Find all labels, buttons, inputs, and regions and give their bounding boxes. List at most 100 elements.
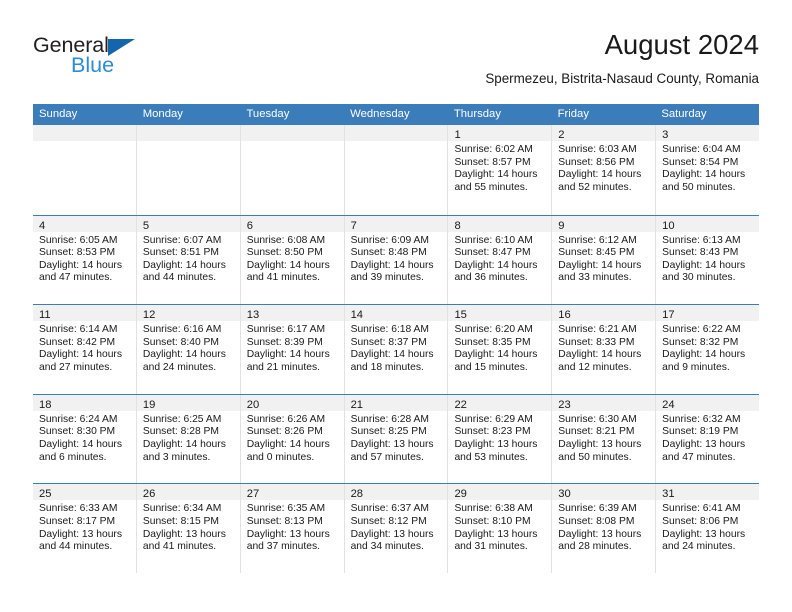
day-number: 3 — [662, 129, 669, 141]
day-details: Sunrise: 6:16 AM Sunset: 8:40 PM Daylight:… — [137, 321, 240, 374]
calendar-week-row: 25 Sunrise: 6:33 AM Sunset: 8:17 PM Dayligh… — [33, 483, 760, 573]
calendar-day-cell[interactable]: 19 Sunrise: 6:25 AM Sunset: 8:28 PM Dayligh… — [136, 394, 241, 484]
day-number-band: 27 — [240, 484, 344, 501]
calendar-day-cell[interactable]: 10 Sunrise: 6:13 AM Sunset: 8:43 PM Dayligh… — [656, 215, 760, 305]
calendar-day-cell[interactable]: 25 Sunrise: 6:33 AM Sunset: 8:17 PM Dayligh… — [33, 484, 137, 573]
calendar-day-cell[interactable]: 11 Sunrise: 6:14 AM Sunset: 8:42 PM Dayligh… — [33, 305, 137, 394]
calendar-day-cell[interactable]: 23 Sunrise: 6:30 AM Sunset: 8:21 PM Dayligh… — [552, 394, 657, 484]
day-detail-line: Daylight: 14 hours — [454, 169, 538, 181]
day-number-band: 9 — [552, 215, 656, 232]
day-detail-line: Sunrise: 6:13 AM — [662, 234, 741, 246]
day-detail-line: Daylight: 13 hours — [662, 528, 746, 540]
day-details: Sunrise: 6:30 AM Sunset: 8:21 PM Daylight:… — [552, 411, 655, 464]
day-number: 21 — [350, 398, 364, 411]
weekday-header-friday: Friday — [557, 108, 589, 120]
day-detail-line: and 9 minutes. — [662, 361, 730, 373]
day-detail-line: and 52 minutes. — [558, 181, 632, 193]
calendar-day-cell[interactable]: 21 Sunrise: 6:28 AM Sunset: 8:25 PM Dayligh… — [344, 394, 449, 484]
day-detail-line: and 41 minutes. — [142, 541, 217, 553]
day-number: 31 — [662, 488, 675, 501]
day-detail-line: and 3 minutes. — [142, 451, 211, 463]
day-details: Sunrise: 6:21 AM Sunset: 8:33 PM Daylight:… — [552, 321, 655, 374]
day-number-band: 14 — [344, 305, 448, 322]
day-detail-line: Daylight: 14 hours — [39, 349, 122, 361]
day-detail-line: Sunrise: 6:29 AM — [454, 413, 533, 425]
day-number: 8 — [454, 219, 461, 232]
calendar-day-cell[interactable]: 7 Sunrise: 6:09 AM Sunset: 8:48 PM Daylight… — [344, 215, 449, 305]
calendar-day-cell[interactable]: 9 Sunrise: 6:12 AM Sunset: 8:45 PM Daylight… — [552, 215, 657, 305]
day-detail-line: and 27 minutes. — [39, 361, 113, 373]
day-number-band: 25 — [33, 484, 136, 501]
day-details: Sunrise: 6:10 AM Sunset: 8:47 PM Daylight:… — [448, 232, 551, 285]
calendar-day-cell[interactable]: 27 Sunrise: 6:35 AM Sunset: 8:13 PM Dayligh… — [240, 484, 345, 573]
day-detail-line: and 12 minutes. — [558, 361, 632, 373]
page-subtitle: Spermezeu, Bistrita-Nasaud County, Roman… — [485, 71, 759, 86]
calendar-day-cell[interactable]: 1 Sunrise: 6:02 AM Sunset: 8:57 PM Daylight… — [448, 125, 553, 215]
day-details: Sunrise: 6:39 AM Sunset: 8:08 PM Daylight:… — [552, 500, 655, 553]
calendar-day-cell[interactable]: 5 Sunrise: 6:07 AM Sunset: 8:51 PM Daylight… — [136, 215, 241, 305]
day-details: Sunrise: 6:41 AM Sunset: 8:06 PM Daylight:… — [656, 500, 759, 553]
calendar-day-cell[interactable]: 3 Sunrise: 6:04 AM Sunset: 8:54 PM Daylight… — [656, 125, 760, 215]
day-detail-line: Sunrise: 6:05 AM — [39, 234, 118, 246]
calendar-week-row: 18 Sunrise: 6:24 AM Sunset: 8:30 PM Dayligh… — [33, 393, 760, 484]
day-detail-line: Sunrise: 6:18 AM — [350, 324, 429, 336]
day-number-band: 18 — [33, 394, 136, 411]
day-number-band — [33, 125, 136, 141]
day-number-band: 12 — [136, 305, 240, 322]
day-detail-line: Daylight: 14 hours — [350, 259, 434, 271]
day-detail-line: Daylight: 14 hours — [142, 349, 226, 361]
calendar-day-cell[interactable]: 14 Sunrise: 6:18 AM Sunset: 8:37 PM Dayligh… — [344, 305, 449, 394]
calendar-day-cell[interactable]: 17 Sunrise: 6:22 AM Sunset: 8:32 PM Dayligh… — [656, 305, 760, 394]
day-number: 23 — [558, 398, 571, 411]
day-detail-line: Sunrise: 6:37 AM — [350, 503, 429, 515]
day-number: 25 — [39, 488, 52, 501]
calendar-weeks: 1 Sunrise: 6:02 AM Sunset: 8:57 PM Daylight… — [33, 125, 760, 573]
day-details: Sunrise: 6:37 AM Sunset: 8:12 PM Daylight:… — [345, 500, 448, 553]
day-number: 30 — [558, 488, 571, 501]
day-detail-line: Sunset: 8:42 PM — [39, 336, 116, 348]
day-number: 27 — [246, 488, 260, 501]
calendar-empty-cell — [344, 125, 449, 215]
day-number-band: 10 — [656, 215, 760, 232]
day-number: 19 — [142, 398, 156, 411]
day-detail-line: and 50 minutes. — [662, 181, 736, 193]
calendar-day-cell[interactable]: 2 Sunrise: 6:03 AM Sunset: 8:56 PM Daylight… — [552, 125, 657, 215]
day-detail-line: Daylight: 13 hours — [558, 438, 642, 450]
day-detail-line: and 55 minutes. — [454, 181, 528, 193]
brand-logo[interactable]: General Blue — [33, 33, 243, 91]
calendar-day-cell[interactable]: 26 Sunrise: 6:34 AM Sunset: 8:15 PM Dayligh… — [136, 484, 241, 573]
day-number-band — [344, 125, 448, 141]
calendar-day-cell[interactable]: 30 Sunrise: 6:39 AM Sunset: 8:08 PM Dayligh… — [552, 484, 657, 573]
calendar-day-cell[interactable]: 28 Sunrise: 6:37 AM Sunset: 8:12 PM Dayligh… — [344, 484, 449, 573]
day-detail-line: Daylight: 14 hours — [558, 169, 642, 181]
day-details: Sunrise: 6:17 AM Sunset: 8:39 PM Daylight:… — [241, 321, 344, 374]
calendar-day-cell[interactable]: 31 Sunrise: 6:41 AM Sunset: 8:06 PM Dayligh… — [656, 484, 760, 573]
day-detail-line: Sunset: 8:50 PM — [246, 247, 323, 259]
day-detail-line: Sunrise: 6:20 AM — [454, 324, 533, 336]
weekday-header-saturday: Saturday — [661, 108, 707, 120]
day-details: Sunrise: 6:32 AM Sunset: 8:19 PM Daylight:… — [656, 411, 759, 464]
day-detail-line: Sunset: 8:28 PM — [142, 426, 219, 438]
calendar-day-cell[interactable]: 20 Sunrise: 6:26 AM Sunset: 8:26 PM Dayligh… — [240, 394, 345, 484]
day-detail-line: Sunset: 8:53 PM — [39, 247, 116, 259]
calendar-day-cell[interactable]: 18 Sunrise: 6:24 AM Sunset: 8:30 PM Dayligh… — [33, 394, 137, 484]
day-detail-line: Sunset: 8:32 PM — [662, 336, 739, 348]
day-number: 5 — [142, 219, 150, 232]
day-number: 28 — [350, 488, 364, 501]
calendar-day-cell[interactable]: 15 Sunrise: 6:20 AM Sunset: 8:35 PM Dayligh… — [448, 305, 553, 394]
calendar-day-cell[interactable]: 8 Sunrise: 6:10 AM Sunset: 8:47 PM Daylight… — [448, 215, 553, 305]
day-detail-line: Sunrise: 6:17 AM — [246, 324, 326, 336]
day-number-band: 6 — [240, 215, 344, 232]
calendar-day-cell[interactable]: 6 Sunrise: 6:08 AM Sunset: 8:50 PM Daylight… — [240, 215, 345, 305]
calendar-day-cell[interactable]: 12 Sunrise: 6:16 AM Sunset: 8:40 PM Dayligh… — [136, 305, 241, 394]
calendar-day-cell[interactable]: 22 Sunrise: 6:29 AM Sunset: 8:23 PM Dayligh… — [448, 394, 553, 484]
calendar-day-cell[interactable]: 4 Sunrise: 6:05 AM Sunset: 8:53 PM Daylight… — [33, 215, 137, 305]
calendar-day-cell[interactable]: 24 Sunrise: 6:32 AM Sunset: 8:19 PM Dayligh… — [656, 394, 760, 484]
calendar-day-cell[interactable]: 16 Sunrise: 6:21 AM Sunset: 8:33 PM Dayligh… — [552, 305, 657, 394]
day-detail-line: Sunset: 8:15 PM — [142, 515, 219, 527]
calendar-day-cell[interactable]: 29 Sunrise: 6:38 AM Sunset: 8:10 PM Dayligh… — [448, 484, 553, 573]
day-detail-line: Sunset: 8:48 PM — [350, 247, 427, 259]
day-details: Sunrise: 6:29 AM Sunset: 8:23 PM Daylight:… — [448, 411, 551, 464]
calendar-day-cell[interactable]: 13 Sunrise: 6:17 AM Sunset: 8:39 PM Dayligh… — [240, 305, 345, 394]
day-detail-line: and 41 minutes. — [246, 272, 320, 284]
